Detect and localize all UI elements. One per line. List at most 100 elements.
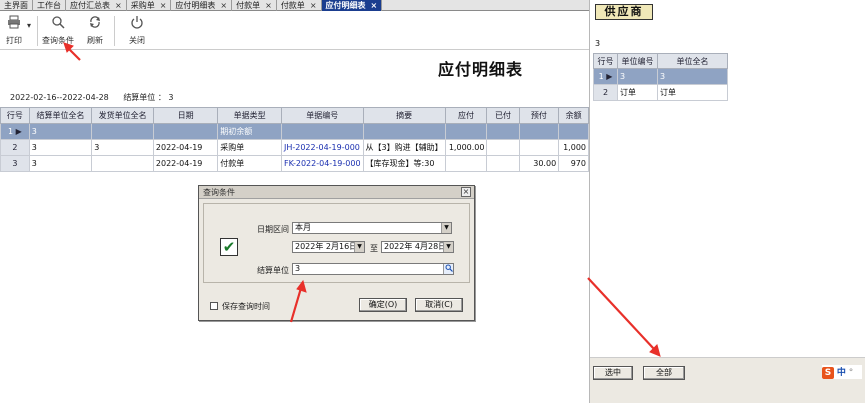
print-dropdown-icon[interactable]: ▾ (24, 21, 34, 30)
grid-cell-prepaid (518, 123, 560, 140)
grid-column-header[interactable]: 预付 (518, 107, 560, 124)
close-button[interactable]: 关闭 (124, 15, 150, 46)
supplier-cell-no: 1 ▶ (593, 68, 618, 85)
grid-column-header[interactable]: 发货单位全名 (91, 107, 154, 124)
grid-cell-settle: 3 (28, 139, 93, 156)
grid-cell-memo: 从【3】购进【辅助】 (362, 139, 446, 156)
cell-text: JH-2022-04-19-000 (283, 143, 360, 152)
grid-cell-settle: 3 (28, 155, 93, 172)
supplier-grid: 行号 单位编号 单位全名 1 ▶ 3 3 2 订单 订单 (593, 53, 728, 101)
close-icon[interactable]: × (310, 0, 317, 11)
grid-cell-prepaid (518, 139, 560, 156)
grid-column-header[interactable]: 单据编号 (280, 107, 364, 124)
close-icon[interactable]: × (265, 0, 272, 11)
all-button[interactable]: 全部 (643, 366, 685, 380)
cell-text: 2 (602, 88, 609, 97)
cell-text: 1,000.00 (448, 143, 485, 152)
tab-item[interactable]: 主界面 (0, 0, 33, 11)
settle-unit-input[interactable]: 3 (292, 263, 454, 275)
supplier-panel: 供应商 3 行号 单位编号 单位全名 1 ▶ 3 3 2 订单 订单 选中 全部 S 中 ° (590, 0, 865, 403)
refresh-label: 刷新 (87, 36, 103, 45)
end-date-value: 2022年 4月28日 (384, 242, 447, 251)
report-filter-info: 2022-02-16--2022-04-28 结算单位 ： 3 (10, 92, 186, 103)
grid-cell-payable: 1,000.00 (444, 139, 488, 156)
grid-cell-memo: 【库存现金】等:30 (362, 155, 446, 172)
supplier-cell-name: 3 (657, 68, 728, 85)
settle-unit-text: 结算单位 ： 3 (123, 93, 174, 102)
tab-item[interactable]: 应付明细表 × (321, 0, 383, 11)
grid-cell-prepaid: 30.00 (518, 155, 560, 172)
tab-item[interactable]: 采购单 × (127, 0, 172, 11)
report-grid: 行号 结算单位全名 发货单位全名 日期 单据类型 单据编号 摘要 应付 已付 预付 余额 1 ▶ 3 期… (0, 107, 589, 172)
ime-indicator[interactable]: S 中 ° (822, 365, 862, 379)
tab-item[interactable]: 付款单 × (277, 0, 322, 11)
grid-column-header[interactable]: 摘要 (362, 107, 446, 124)
tab-item[interactable]: 付款单 × (232, 0, 277, 11)
grid-column-header[interactable]: 单据类型 (217, 107, 282, 124)
table-row[interactable]: 3 3 2022-04-19 付款单 FK-2022-04-19-000 【库存现金】等:… (0, 155, 589, 172)
query-conditions-button[interactable]: 查询条件 (40, 15, 76, 46)
supplier-column-header[interactable]: 行号 (593, 53, 618, 69)
supplier-grid-header: 行号 单位编号 单位全名 (593, 53, 728, 69)
table-row[interactable]: 2 订单 订单 (593, 84, 728, 101)
print-button[interactable]: 打印 (3, 15, 25, 46)
end-date-picker[interactable]: 2022年 4月28日 ▼ (381, 241, 454, 253)
supplier-column-header[interactable]: 单位编号 (617, 53, 658, 69)
table-row[interactable]: 2 3 3 2022-04-19 采购单 JH-2022-04-19-000 从【3】购进【… (0, 139, 589, 156)
cell-text: FK-2022-04-19-000 (283, 159, 361, 168)
refresh-button[interactable]: 刷新 (83, 15, 107, 46)
grid-cell-balance (558, 123, 589, 140)
supplier-column-header[interactable]: 单位全名 (657, 53, 728, 69)
tab-item[interactable]: 应付明细表 × (171, 0, 233, 11)
table-row[interactable]: 1 ▶ 3 3 (593, 68, 728, 85)
grid-column-header[interactable]: 应付 (444, 107, 488, 124)
printer-icon (3, 15, 25, 35)
table-row[interactable]: 1 ▶ 3 期初余额 (0, 123, 589, 140)
tab-item[interactable]: 工作台 (33, 0, 66, 11)
cell-text: 期初余额 (220, 127, 253, 136)
grid-cell-balance: 1,000 (558, 139, 589, 156)
cell-text: 30.00 (533, 159, 557, 168)
lookup-icon[interactable] (443, 264, 453, 274)
ok-button[interactable]: 确定(O) (359, 298, 407, 312)
start-date-value: 2022年 2月16日 (295, 242, 358, 251)
tab-label: 付款单 (280, 1, 305, 10)
period-select-value: 本月 (295, 223, 311, 232)
start-date-picker[interactable]: 2022年 2月16日 ▼ (292, 241, 365, 253)
supplier-panel-footer: 选中 全部 S 中 ° (590, 357, 865, 403)
date-range-text: 2022-02-16--2022-04-28 (10, 93, 109, 102)
close-icon[interactable]: × (371, 0, 378, 11)
tab-label: 应付汇总表 (70, 1, 110, 10)
chevron-down-icon: ▼ (441, 223, 451, 233)
dialog-close-button[interactable]: × (461, 187, 471, 197)
cell-text: 3 (31, 159, 37, 168)
save-query-time-checkbox[interactable] (210, 302, 218, 310)
grid-cell-payable (444, 155, 488, 172)
grid-column-header[interactable]: 余额 (558, 107, 589, 124)
period-select[interactable]: 本月 ▼ (292, 222, 452, 234)
to-label: 至 (370, 244, 378, 253)
cell-text: 3 (12, 159, 18, 168)
grid-column-header[interactable]: 日期 (152, 107, 219, 124)
grid-column-header[interactable]: 结算单位全名 (28, 107, 93, 124)
grid-cell-code (280, 123, 364, 140)
report-title: 应付明细表 (438, 60, 524, 79)
supplier-search-value[interactable]: 3 (595, 39, 600, 48)
supplier-cell-name: 订单 (657, 84, 728, 101)
cancel-button[interactable]: 取消(C) (415, 298, 463, 312)
grid-column-header[interactable]: 行号 (0, 107, 30, 124)
date-range-label: 日期区间 (257, 225, 289, 234)
grid-column-header[interactable]: 已付 (486, 107, 520, 124)
close-icon[interactable]: × (115, 0, 122, 11)
select-button[interactable]: 选中 (593, 366, 633, 380)
toolbar-divider (114, 16, 115, 46)
close-icon[interactable]: × (160, 0, 167, 11)
cell-text: 3 (660, 72, 666, 81)
close-icon[interactable]: × (220, 0, 227, 11)
checkmark-icon: ✔ (220, 238, 238, 256)
tab-item[interactable]: 应付汇总表 × (66, 0, 127, 11)
grid-cell-ship: 3 (91, 139, 154, 156)
grid-cell-code: JH-2022-04-19-000 (280, 139, 364, 156)
grid-cell-no: 2 (0, 139, 30, 156)
grid-cell-code: FK-2022-04-19-000 (280, 155, 364, 172)
